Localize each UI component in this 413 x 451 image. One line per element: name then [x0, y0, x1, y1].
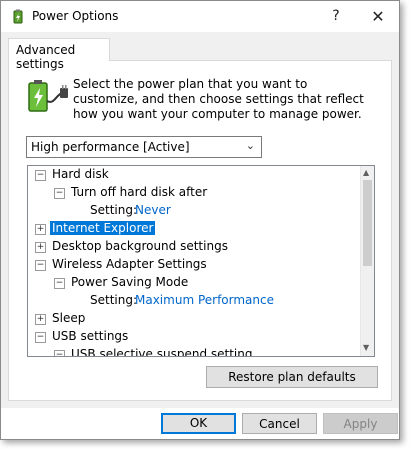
- restore-plan-defaults-button[interactable]: Restore plan defaults: [206, 366, 378, 388]
- power-plan-selected: High performance [Active]: [31, 140, 190, 154]
- tab-label: Advanced settings: [16, 43, 76, 71]
- collapse-icon[interactable]: −: [35, 260, 46, 271]
- title-bar[interactable]: Power Options ? ✕: [1, 1, 399, 32]
- battery-plug-icon: [28, 80, 68, 112]
- tree-label: Sleep: [52, 311, 86, 325]
- apply-button[interactable]: Apply: [323, 413, 398, 434]
- expand-icon[interactable]: +: [35, 314, 46, 325]
- tree-item-hard-disk[interactable]: − Hard disk: [28, 166, 361, 184]
- setting-value[interactable]: Maximum Performance: [135, 293, 274, 307]
- tree-item-power-saving-setting[interactable]: Setting: Maximum Performance: [28, 292, 361, 310]
- ok-button[interactable]: OK: [161, 413, 236, 434]
- tree-label: USB selective suspend setting: [71, 347, 253, 357]
- power-options-window: Power Options ? ✕ Advanced settings Sele…: [0, 0, 400, 440]
- collapse-icon[interactable]: −: [35, 170, 46, 181]
- tree-item-usb-suspend[interactable]: − USB selective suspend setting: [28, 346, 361, 357]
- tree-label: Power Saving Mode: [71, 275, 189, 289]
- scroll-up-arrow-icon[interactable]: ▲: [363, 168, 369, 177]
- collapse-icon[interactable]: −: [54, 188, 65, 199]
- plan-description: Select the power plan that you want to c…: [73, 77, 364, 121]
- expand-icon[interactable]: +: [35, 224, 46, 235]
- power-options-app-icon: [13, 9, 23, 24]
- setting-label: Setting:: [90, 203, 138, 217]
- power-plan-dropdown[interactable]: High performance [Active] ⌄: [26, 136, 262, 158]
- tree-label: Wireless Adapter Settings: [52, 257, 207, 271]
- tree-label: Desktop background settings: [52, 239, 228, 253]
- tree-label: Turn off hard disk after: [71, 185, 208, 199]
- setting-value[interactable]: Never: [135, 203, 171, 217]
- tree-item-internet-explorer[interactable]: + Internet Explorer: [28, 220, 361, 238]
- tree-label: USB settings: [52, 329, 129, 343]
- collapse-icon[interactable]: −: [35, 332, 46, 343]
- settings-tree[interactable]: − Hard disk − Turn off hard disk after S…: [27, 165, 375, 357]
- collapse-icon[interactable]: −: [54, 350, 65, 356]
- close-button[interactable]: ✕: [357, 1, 399, 32]
- collapse-icon[interactable]: −: [54, 278, 65, 289]
- window-title: Power Options: [32, 9, 119, 23]
- tree-item-desktop-background[interactable]: + Desktop background settings: [28, 238, 361, 256]
- tree-item-wireless-adapter[interactable]: − Wireless Adapter Settings: [28, 256, 361, 274]
- scroll-down-arrow-icon[interactable]: ▼: [363, 343, 369, 352]
- cancel-button[interactable]: Cancel: [242, 413, 317, 434]
- expand-icon[interactable]: +: [35, 242, 46, 253]
- tree-item-hdd-setting[interactable]: Setting: Never: [28, 202, 361, 220]
- scrollbar-thumb[interactable]: [363, 180, 372, 266]
- tree-item-sleep[interactable]: + Sleep: [28, 310, 361, 328]
- help-button[interactable]: ?: [315, 1, 357, 32]
- tree-item-power-saving-mode[interactable]: − Power Saving Mode: [28, 274, 361, 292]
- tab-advanced-settings[interactable]: Advanced settings: [8, 38, 110, 71]
- chevron-down-icon: ⌄: [245, 139, 255, 152]
- tree-item-usb[interactable]: − USB settings: [28, 328, 361, 346]
- setting-label: Setting:: [90, 293, 138, 307]
- tree-label: Hard disk: [52, 167, 109, 181]
- tree-label-selected: Internet Explorer: [50, 221, 156, 235]
- tree-item-turn-off-hdd[interactable]: − Turn off hard disk after: [28, 184, 361, 202]
- vertical-scrollbar[interactable]: ▲ ▼: [360, 166, 374, 356]
